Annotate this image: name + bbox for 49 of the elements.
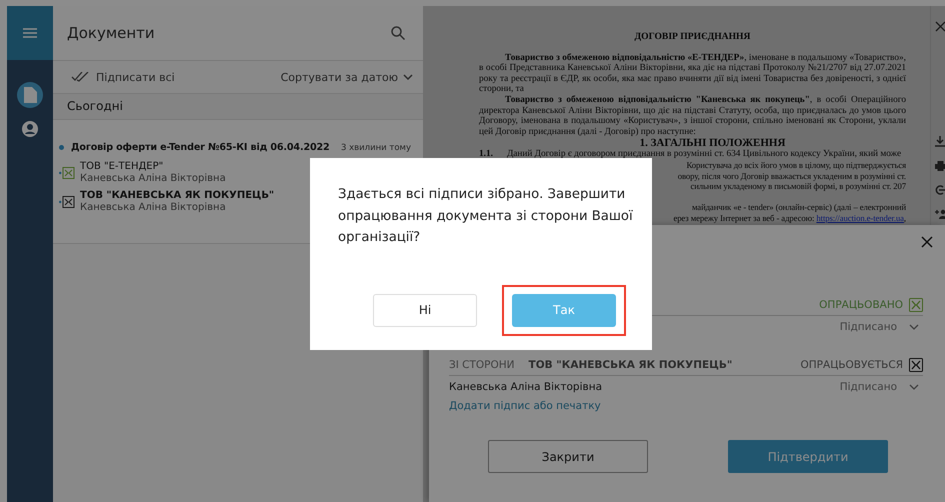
panel-title: Документи [67,24,155,42]
document-text: ерез мережу Інтернет за веб - адресою: https://auction.e-tender.ua, [673,212,906,223]
sign-all-button[interactable]: Підписати всі [71,70,175,84]
sidebar-item[interactable] [17,82,43,108]
document-icon [23,87,37,103]
organization-name: ТОВ "Е-ТЕНДЕР" [80,161,164,173]
signature-status-dropdown[interactable]: Підписано [840,381,923,393]
person-name: Каневська Аліна Вікторівна [80,173,226,185]
document-time: 3 хвилини тому [340,142,411,152]
document-paragraph: Товариство з обмеженою відповідальністю "Каневська як покупець", в особі Операційного директора Каневської Аліни Вікторівни, що діє на підставі Статуту, особа, що приєдналась до умов цього Договору, іменована в подальшому «Користувач», з іншої сторони, спільно іменовані як Сторони, уклали цей Договір приєднання (далі - Договір) про наступне: [479,94,906,138]
confirm-button[interactable]: Підтвердити [728,440,888,473]
yes-button[interactable]: Так [512,294,616,326]
double-check-icon [71,72,91,82]
side-label: ЗІ СТОРОНИ [449,358,515,370]
person-name: Каневська Аліна Вікторівна [80,202,227,214]
document-text: овору, після чого Договір вважається укладеним в розумінні ст. [678,170,906,181]
close-button[interactable]: Закрити [488,440,648,473]
add-signature-link[interactable]: Додати підпис або печатку [449,400,601,412]
sort-dropdown[interactable]: Сортувати за датою [280,70,413,84]
menu-icon [23,28,37,38]
chevron-down-icon [909,324,919,330]
search-icon[interactable] [391,26,405,40]
close-icon[interactable] [935,21,945,32]
document-paragraph: Товариство з обмеженою відповідальністю «Е-ТЕНДЕР», іменоване в подальшому «Товариство», в особі Представника Каневської Аліни Вікторівни, яка діє на підставі Протоколу №21/2707 від 27.07.2021 року та реєстрації в ЄДР, як особи, яка має право вчиняти дії від імені Товариства без довіреності, з однієї сторони, та [479,52,906,95]
document-text: сильним укладеному в письмовій формі, в розумінні ст. 207 [690,181,906,192]
section-heading: 1. ЗАГАЛЬНІ ПОЛОЖЕННЯ [638,137,786,150]
clause-text: Даний Договір є договором приєднання в розумінні ст. 634 Цивільного кодексу України, який може [506,149,902,160]
no-button[interactable]: Ні [373,294,477,326]
close-icon[interactable] [921,236,933,248]
signer-name: Каневська Аліна Вікторівна [449,381,602,393]
chevron-down-icon [909,384,919,390]
status-icon [909,358,923,372]
status-icon [909,298,923,312]
document-title: Договір оферти e-Tender №65-КІ від 06.04.2022 [71,142,331,153]
document-heading: ДОГОВІР ПРИЄДНАННЯ [634,32,752,43]
website-link[interactable]: https://auction.e-tender.ua [816,212,904,223]
add-user-icon[interactable] [935,209,945,219]
group-header: Сьогодні [53,94,423,120]
user-icon [22,121,38,137]
organization-name: ТОВ "КАНЕВСЬКА ЯК ПОКУПЕЦЬ" [528,358,732,370]
signature-status-dropdown[interactable]: Підписано [840,321,923,333]
party-status: ОПРАЦЬОВАНО [819,298,903,310]
document-text: майданчик «е - tender» (онлайн-сервіс) (далі – електронний [692,202,906,212]
document-text: Користувача до всіх його умов в цілому, що підтверджується [686,160,906,170]
party-status: ОПРАЦЬОВУЄТЬСЯ [800,358,903,370]
download-icon[interactable] [935,136,945,147]
organization-name: ТОВ "КАНЕВСЬКА ЯК ПОКУПЕЦЬ" [80,190,274,202]
chevron-down-icon [403,74,413,80]
clause-number: 1.1. [479,149,493,160]
